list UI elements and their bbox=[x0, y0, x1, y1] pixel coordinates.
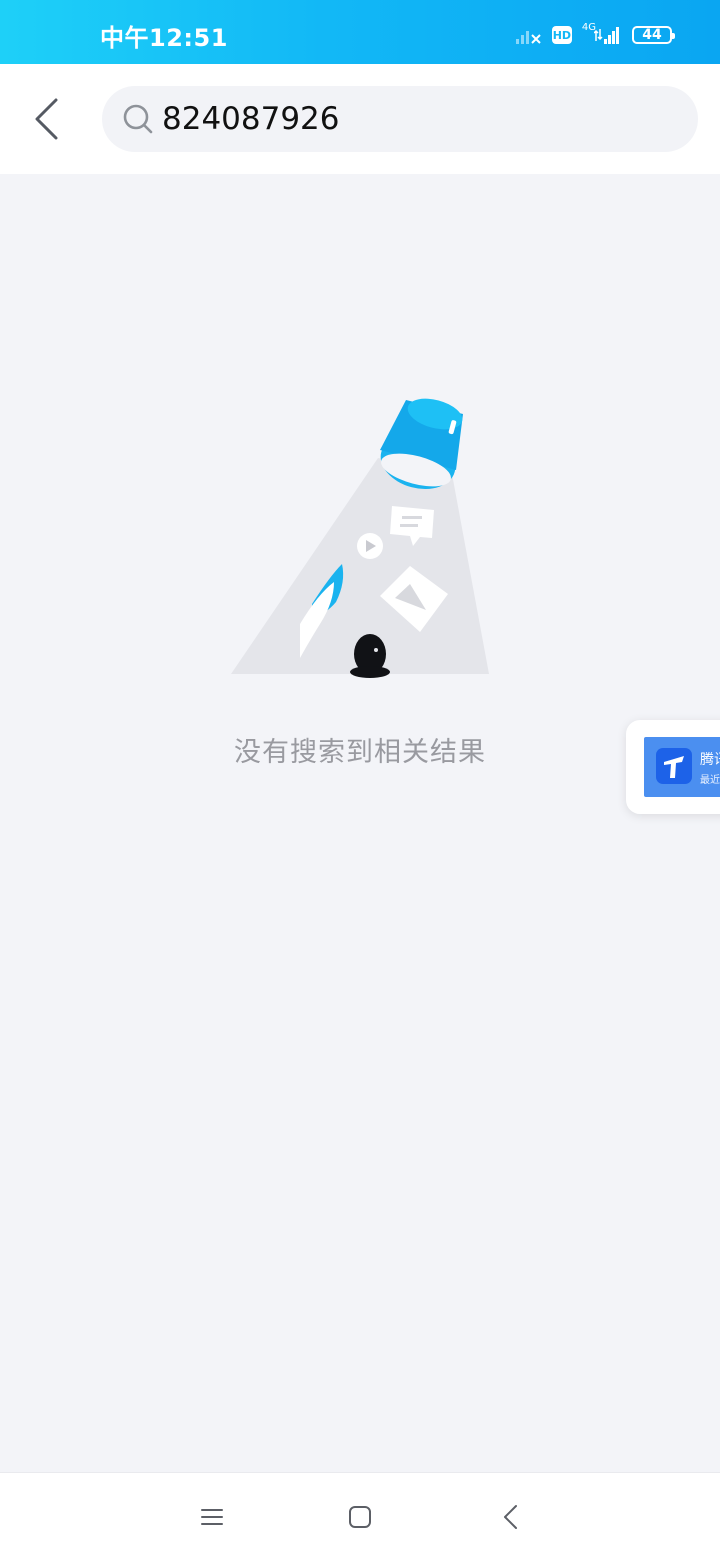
network-type-label: 4G bbox=[581, 21, 596, 33]
search-input[interactable] bbox=[162, 86, 682, 152]
home-square-icon[interactable] bbox=[346, 1503, 374, 1531]
search-box[interactable] bbox=[102, 86, 698, 152]
signal-strength-icon bbox=[594, 27, 619, 44]
status-icons: HD 4G 44 bbox=[515, 21, 675, 48]
system-navigation-bar bbox=[0, 1472, 720, 1561]
menu-icon[interactable] bbox=[198, 1503, 226, 1531]
flashlight-illustration bbox=[231, 398, 489, 678]
empty-result-message: 没有搜索到相关结果 bbox=[234, 737, 486, 768]
back-button[interactable] bbox=[22, 92, 72, 146]
tencent-app-logo-icon bbox=[656, 748, 692, 784]
status-time: 中午12:51 bbox=[100, 24, 228, 52]
search-header bbox=[0, 64, 720, 174]
search-icon bbox=[123, 104, 153, 134]
back-arrow-icon bbox=[35, 98, 58, 140]
battery-indicator: 44 bbox=[632, 26, 675, 44]
floating-card-subtitle: 最近 bbox=[700, 775, 720, 786]
no-signal-icon bbox=[515, 31, 541, 44]
hd-badge: HD bbox=[551, 26, 572, 44]
floating-card-title: 腾讯 bbox=[700, 752, 720, 768]
floating-card-thumbnail: 腾讯 最近 bbox=[644, 737, 720, 797]
floating-app-card[interactable]: 腾讯 最近 bbox=[626, 720, 720, 814]
back-chevron-icon[interactable] bbox=[498, 1503, 526, 1531]
status-bar: 中午12:51 HD 4G 44 bbox=[0, 0, 720, 64]
